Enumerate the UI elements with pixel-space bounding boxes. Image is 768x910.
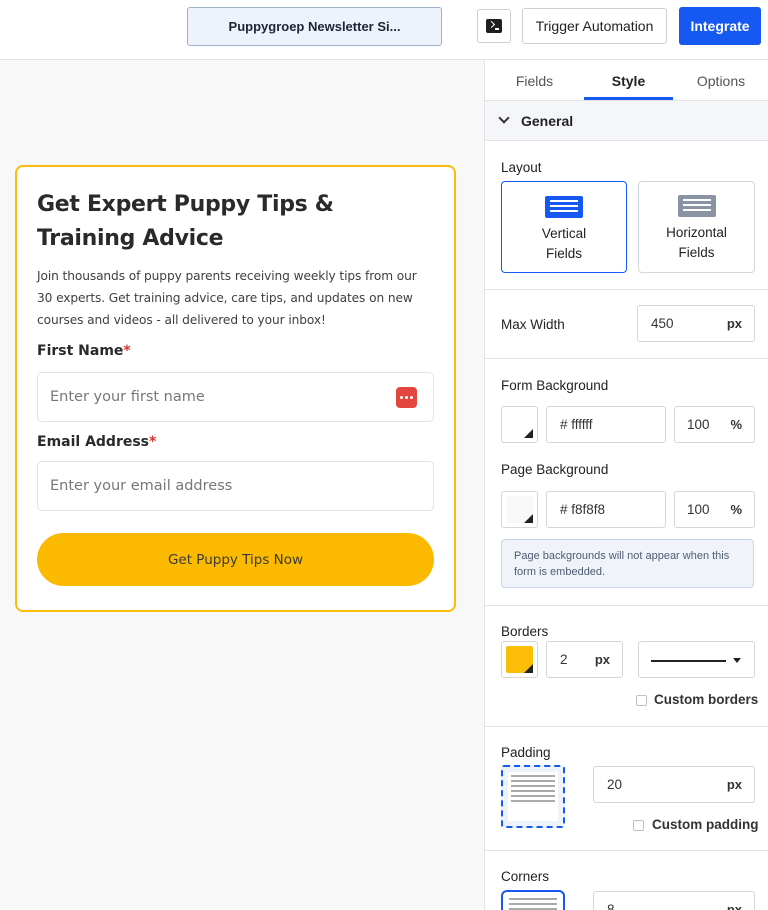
- panel-tabs: Fields Style Options: [485, 60, 768, 101]
- form-background-label: Form Background: [501, 378, 609, 393]
- px-unit: px: [726, 777, 742, 792]
- horizontal-layout-icon: [677, 195, 716, 217]
- required-mark: *: [123, 343, 131, 359]
- password-manager-icon[interactable]: [396, 387, 417, 408]
- px-unit: px: [726, 902, 742, 910]
- layout-vertical-option[interactable]: Vertical Fields: [501, 181, 627, 273]
- caret-down-icon: [733, 658, 741, 663]
- form-preview-card: Get Expert Puppy Tips & Training Advice …: [15, 165, 456, 612]
- layout-option-label: Vertical: [541, 226, 587, 241]
- form-name-button[interactable]: Puppygroep Newsletter Si...: [187, 7, 442, 46]
- terminal-icon: [486, 19, 502, 33]
- custom-padding-label: Custom padding: [652, 817, 759, 832]
- borders-label: Borders: [501, 624, 549, 639]
- padding-preview-icon[interactable]: [501, 765, 565, 828]
- max-width-input[interactable]: 450 px: [637, 305, 755, 342]
- divider: [485, 289, 768, 290]
- active-tab-indicator: [584, 97, 673, 100]
- form-title: Get Expert Puppy Tips & Training Advice: [37, 192, 334, 251]
- tab-options[interactable]: Options: [673, 60, 768, 101]
- border-width-value: 2: [560, 652, 568, 667]
- submit-button[interactable]: Get Puppy Tips Now: [37, 533, 434, 586]
- layout-option-label: Fields: [678, 245, 715, 260]
- max-width-value: 450: [651, 316, 674, 331]
- divider: [485, 850, 768, 851]
- border-width-input[interactable]: 2 px: [546, 641, 623, 678]
- vertical-layout-icon: [545, 196, 583, 218]
- divider: [485, 358, 768, 359]
- padding-label: Padding: [501, 745, 551, 760]
- page-background-hex-input[interactable]: # f8f8f8: [546, 491, 666, 528]
- page-background-hex: # f8f8f8: [560, 502, 606, 517]
- top-bar: Puppygroep Newsletter Si... Trigger Auto…: [0, 0, 768, 60]
- padding-value: 20: [607, 777, 623, 792]
- chevron-down-icon: [498, 112, 510, 124]
- tab-style[interactable]: Style: [584, 60, 673, 101]
- page-background-label: Page Background: [501, 462, 609, 477]
- border-color-swatch[interactable]: [501, 641, 538, 678]
- page-background-swatch[interactable]: [501, 491, 538, 528]
- layout-option-label: Horizontal: [666, 225, 727, 240]
- px-unit: px: [594, 652, 610, 667]
- page-background-opacity: 100: [687, 502, 710, 517]
- style-panel: Fields Style Options General Layout Vert…: [484, 60, 768, 910]
- integrate-button[interactable]: Integrate: [679, 7, 761, 45]
- divider: [485, 605, 768, 606]
- form-background-swatch[interactable]: [501, 406, 538, 443]
- max-width-label: Max Width: [501, 317, 565, 332]
- form-background-opacity-input[interactable]: 100 %: [674, 406, 755, 443]
- corners-preview-icon[interactable]: [501, 890, 565, 910]
- email-placeholder: Enter your email address: [50, 478, 233, 494]
- divider: [485, 726, 768, 727]
- first-name-label: First Name*: [37, 343, 131, 359]
- custom-borders-checkbox[interactable]: [636, 695, 647, 706]
- form-background-hex: # ffffff: [560, 417, 593, 432]
- corners-label: Corners: [501, 869, 550, 884]
- border-style-select[interactable]: [638, 641, 755, 678]
- email-input[interactable]: Enter your email address: [37, 461, 434, 511]
- form-background-hex-input[interactable]: # ffffff: [546, 406, 666, 443]
- custom-borders-label: Custom borders: [654, 692, 759, 707]
- solid-line-icon: [651, 660, 726, 662]
- percent-unit: %: [730, 417, 742, 432]
- required-mark: *: [149, 434, 157, 450]
- first-name-input[interactable]: Enter your first name: [37, 372, 434, 422]
- form-description: Join thousands of puppy parents receivin…: [37, 269, 417, 327]
- tab-fields[interactable]: Fields: [485, 60, 584, 101]
- form-background-opacity: 100: [687, 417, 710, 432]
- terminal-button[interactable]: [477, 9, 511, 43]
- px-unit: px: [726, 316, 742, 331]
- page-background-note: Page backgrounds will not appear when th…: [501, 539, 754, 588]
- custom-padding-checkbox[interactable]: [633, 820, 644, 831]
- general-section-title: General: [521, 113, 574, 129]
- first-name-placeholder: Enter your first name: [50, 389, 205, 405]
- layout-option-label: Fields: [545, 246, 582, 261]
- page-background-opacity-input[interactable]: 100 %: [674, 491, 755, 528]
- padding-input[interactable]: 20 px: [593, 766, 755, 803]
- general-section-header[interactable]: General: [485, 101, 768, 141]
- layout-horizontal-option[interactable]: Horizontal Fields: [638, 181, 755, 273]
- email-label: Email Address*: [37, 434, 157, 450]
- corners-input[interactable]: 8 px: [593, 891, 755, 910]
- corners-value: 8: [607, 902, 615, 910]
- layout-label: Layout: [501, 160, 542, 175]
- trigger-automation-button[interactable]: Trigger Automation: [522, 8, 667, 44]
- percent-unit: %: [730, 502, 742, 517]
